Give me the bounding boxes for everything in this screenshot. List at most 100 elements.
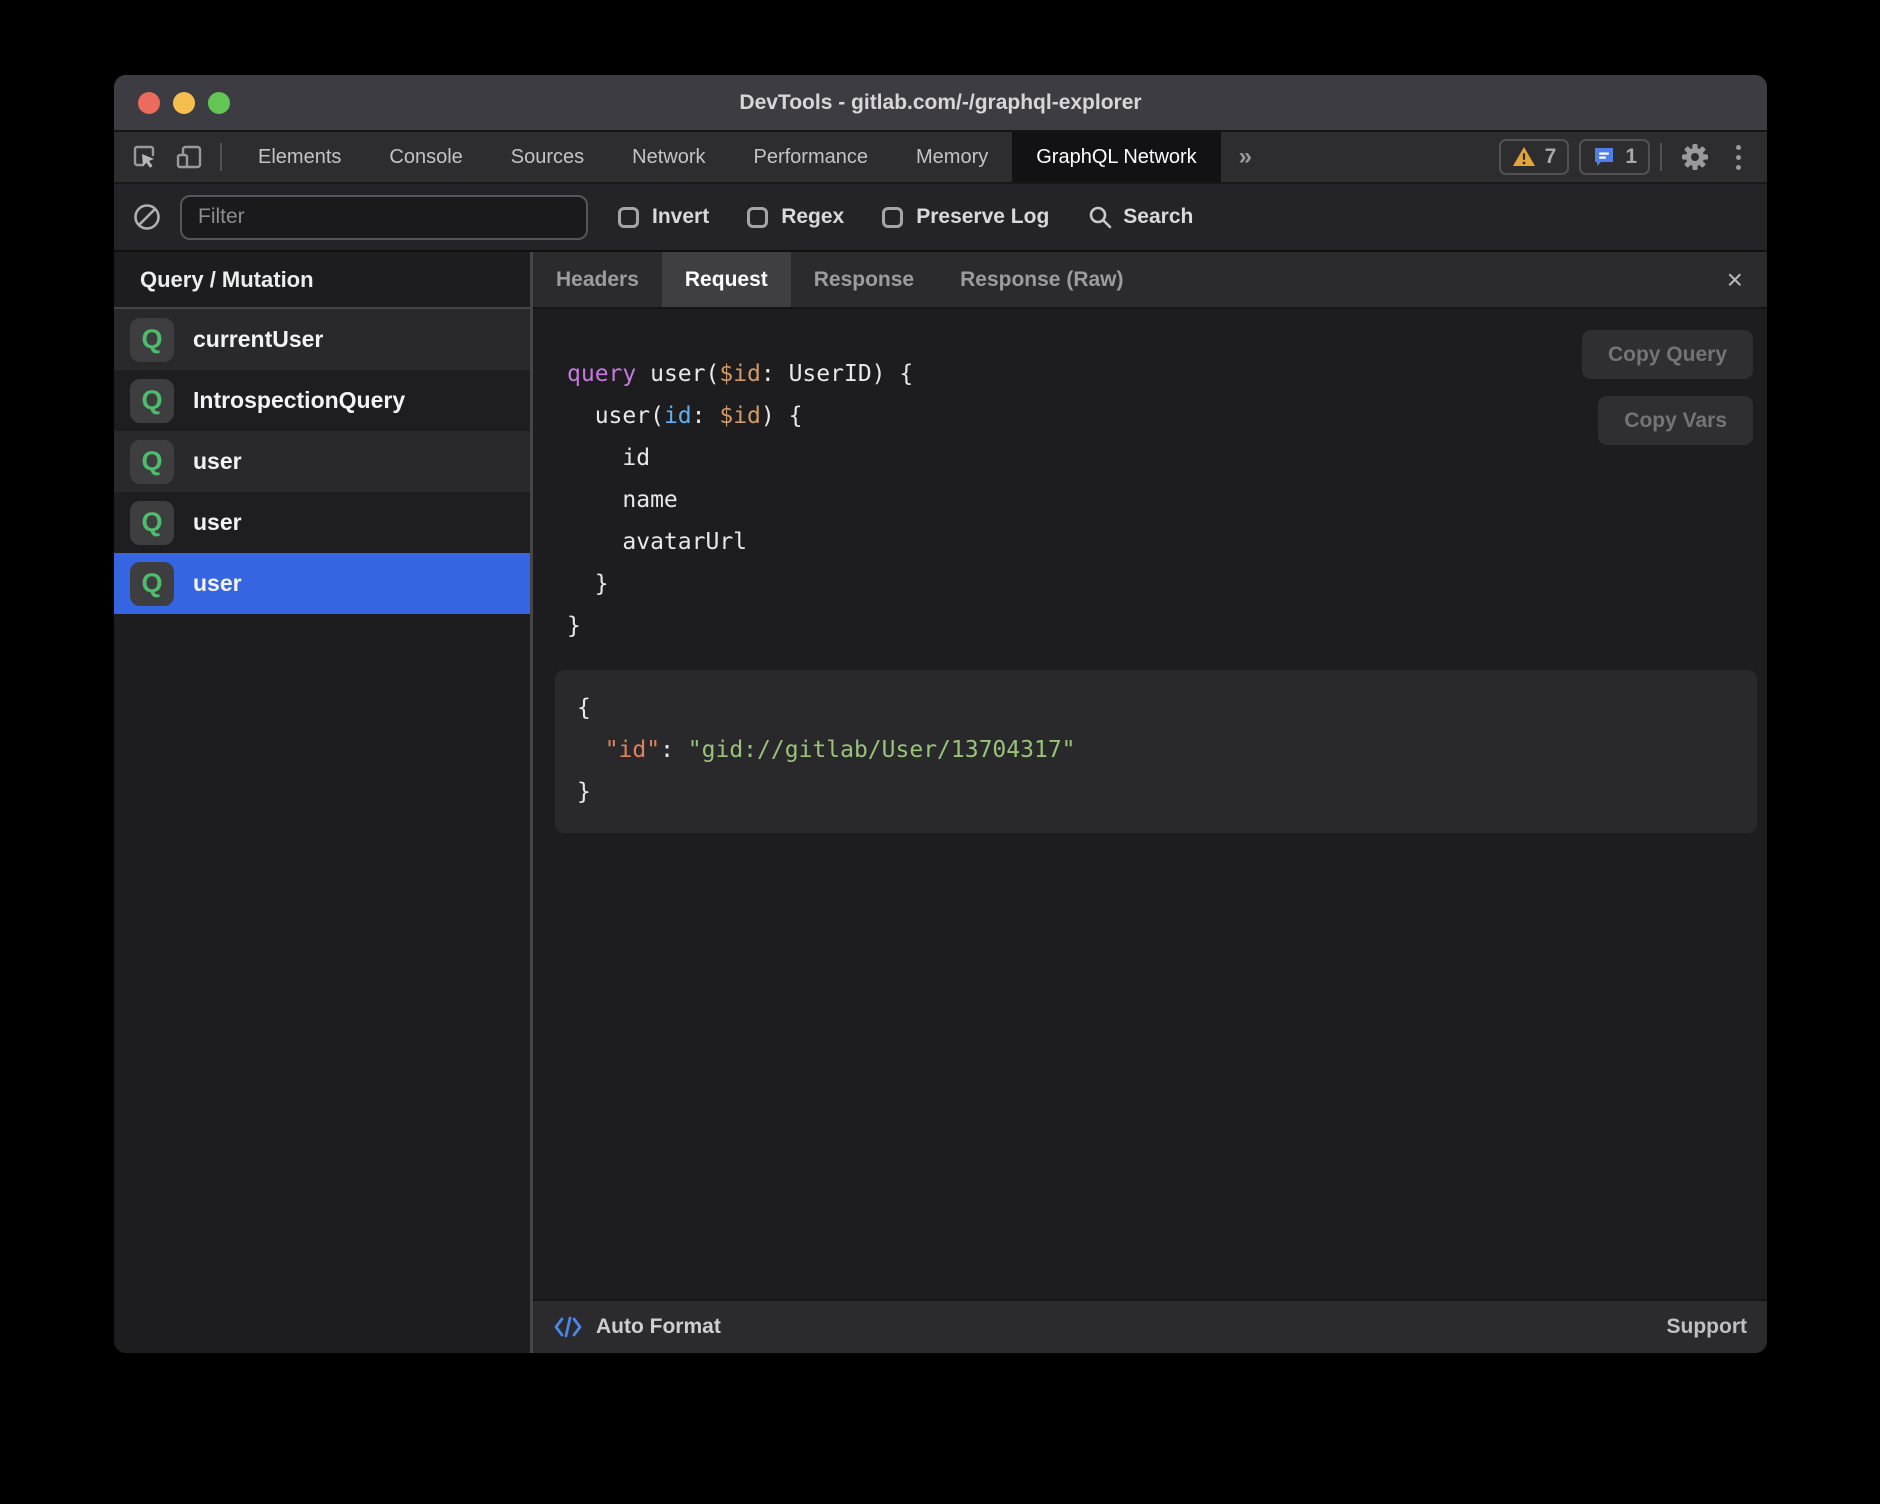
query-list-item[interactable]: QcurrentUser [114,309,530,370]
toolbar-right: 7 1 [1499,132,1767,182]
filter-input[interactable] [180,195,588,240]
copy-query-button[interactable]: Copy Query [1582,330,1753,379]
zoom-window-button[interactable] [208,92,230,114]
auto-format-toggle[interactable]: Auto Format [553,1314,721,1340]
issues-count: 1 [1625,145,1637,169]
tab-graphql-network[interactable]: GraphQL Network [1012,132,1220,182]
request-content: query user($id: UserID) { user( id: $id) … [533,309,1767,1299]
regex-checkbox-box[interactable] [747,207,768,228]
device-toolbar-icon[interactable] [174,143,204,171]
query-name-label: user [193,509,242,536]
panel-footer: Auto Format Support [533,1299,1767,1353]
code-token: $id [719,403,761,429]
query-list: QcurrentUserQIntrospectionQueryQuserQuse… [114,309,530,614]
code-line: name [567,479,913,521]
warnings-badge[interactable]: 7 [1499,139,1570,175]
inspect-element-icon[interactable] [130,143,158,171]
panel-tab-bar: HeadersRequestResponseResponse (Raw) × [533,252,1767,309]
devtools-window: DevTools - gitlab.com/-/graphql-explorer… [114,75,1767,1353]
query-list-item[interactable]: QIntrospectionQuery [114,370,530,431]
preserve-log-checkbox[interactable]: Preserve Log [882,205,1049,229]
invert-checkbox[interactable]: Invert [618,205,709,229]
query-name-label: currentUser [193,326,323,353]
code-token: name [567,487,678,513]
code-token: "id" [605,737,660,763]
code-token: $id [719,361,761,387]
support-link[interactable]: Support [1667,1315,1747,1339]
regex-checkbox[interactable]: Regex [747,205,844,229]
toolbar-right-divider [1660,143,1662,171]
devtools-tab-bar: ElementsConsoleSourcesNetworkPerformance… [114,132,1767,184]
panel-tab-response-raw[interactable]: Response (Raw) [937,252,1146,307]
toolbar-divider [220,143,222,171]
tab-elements[interactable]: Elements [234,132,365,182]
code-line: { [577,687,1757,729]
code-token: avatarUrl [567,529,747,555]
code-token: } [577,779,591,805]
toolbar-icons [114,132,234,182]
more-tabs-icon[interactable]: » [1221,132,1270,182]
tab-memory[interactable]: Memory [892,132,1012,182]
devtools-tabs: ElementsConsoleSourcesNetworkPerformance… [234,132,1012,182]
query-list-item[interactable]: Quser [114,492,530,553]
panel-tab-request[interactable]: Request [662,252,791,307]
query-type-badge: Q [130,379,174,423]
query-name-label: user [193,448,242,475]
minimize-window-button[interactable] [173,92,195,114]
search-icon [1087,204,1113,230]
more-options-kebab-icon[interactable] [1728,145,1749,170]
tab-console[interactable]: Console [365,132,486,182]
tab-performance[interactable]: Performance [730,132,893,182]
auto-format-label: Auto Format [596,1315,721,1339]
tab-network[interactable]: Network [608,132,729,182]
code-token: } [567,571,609,597]
close-window-button[interactable] [138,92,160,114]
main-area: Query / Mutation QcurrentUserQIntrospect… [114,252,1767,1353]
close-icon[interactable]: × [1703,252,1767,307]
copy-buttons: Copy Query Copy Vars [1582,330,1753,445]
search-control[interactable]: Search [1087,204,1193,230]
query-sidebar: Query / Mutation QcurrentUserQIntrospect… [114,252,533,1353]
sidebar-header: Query / Mutation [114,252,530,309]
title-bar: DevTools - gitlab.com/-/graphql-explorer [114,75,1767,132]
code-token: query [567,361,650,387]
settings-gear-icon[interactable] [1672,142,1718,172]
preserve-log-checkbox-box[interactable] [882,207,903,228]
graphql-query-code: query user($id: UserID) { user( id: $id) … [567,353,913,647]
code-line: id [567,437,913,479]
issues-badge[interactable]: 1 [1579,139,1650,175]
filter-bar: Invert Regex Preserve Log Search [114,184,1767,252]
code-token: id [567,445,650,471]
code-line: } [567,563,913,605]
detail-panel: HeadersRequestResponseResponse (Raw) × q… [533,252,1767,1353]
tab-sources[interactable]: Sources [487,132,608,182]
query-type-badge: Q [130,562,174,606]
panel-tab-headers[interactable]: Headers [533,252,662,307]
code-token: user( [650,361,719,387]
warnings-count: 7 [1545,145,1557,169]
code-line: query user($id: UserID) { [567,353,913,395]
panel-tabs: HeadersRequestResponseResponse (Raw) [533,252,1147,307]
code-line: } [577,771,1757,813]
code-line: user(id: $id) { [567,395,913,437]
code-token: "gid://gitlab/User/13704317" [688,737,1076,763]
copy-vars-button[interactable]: Copy Vars [1598,396,1753,445]
code-token: : [692,403,720,429]
code-line: "id": "gid://gitlab/User/13704317" [577,729,1757,771]
code-token: ) { [761,403,803,429]
invert-checkbox-box[interactable] [618,207,639,228]
warning-icon [1512,146,1536,168]
message-icon [1592,145,1616,169]
query-list-item[interactable]: Quser [114,553,530,614]
query-list-item[interactable]: Quser [114,431,530,492]
code-line: } [567,605,913,647]
clear-block-icon[interactable] [132,202,162,232]
query-type-badge: Q [130,501,174,545]
filter-options: Invert Regex Preserve Log [618,205,1049,229]
preserve-log-checkbox-label: Preserve Log [916,205,1049,229]
panel-tab-response[interactable]: Response [791,252,937,307]
code-token: } [567,613,581,639]
code-token: { [577,695,591,721]
query-type-badge: Q [130,318,174,362]
code-token: id [664,403,692,429]
